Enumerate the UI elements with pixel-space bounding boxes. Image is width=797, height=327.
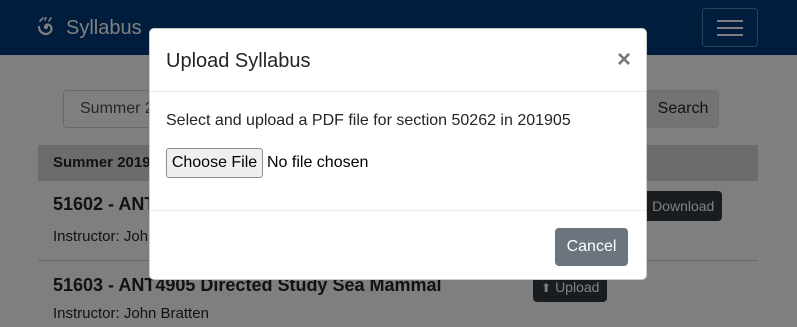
modal-message: Select and upload a PDF file for section… bbox=[166, 112, 571, 129]
close-icon[interactable]: × bbox=[614, 47, 634, 73]
upload-modal: Upload Syllabus × Select and upload a PD… bbox=[149, 28, 647, 280]
choose-file-button[interactable]: Choose File bbox=[166, 148, 263, 178]
cancel-button[interactable]: Cancel bbox=[555, 228, 628, 266]
modal-footer: Cancel bbox=[150, 210, 646, 281]
modal-header: Upload Syllabus × bbox=[150, 29, 646, 92]
file-status: No file chosen bbox=[267, 154, 369, 171]
modal-title: Upload Syllabus bbox=[166, 50, 311, 72]
